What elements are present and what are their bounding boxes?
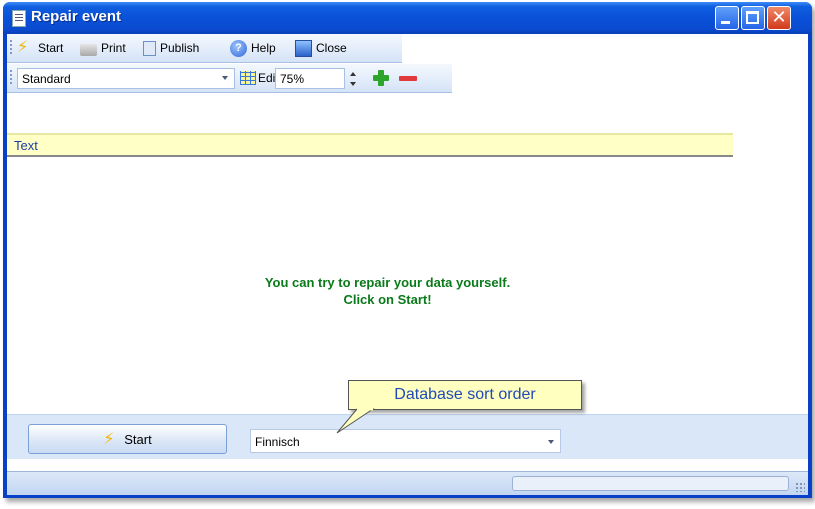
- toolbar-publish-label: Publish: [160, 41, 200, 55]
- zoom-value: 75%: [280, 72, 305, 86]
- toolbar-start-label: Start: [38, 41, 64, 55]
- view-toolbar: Standard Edit 75%: [7, 64, 452, 93]
- sort-order-value: Finnisch: [255, 435, 300, 449]
- close-window-button[interactable]: ✕: [767, 6, 791, 30]
- view-select[interactable]: Standard: [17, 68, 235, 89]
- repair-message-line1: You can try to repair your data yourself…: [264, 275, 511, 290]
- toolbar-print-button[interactable]: Print: [80, 39, 126, 57]
- zoom-input[interactable]: 75%: [275, 68, 345, 89]
- repair-event-window: Repair event ✕ Start Print Publish ? Hel…: [3, 2, 812, 498]
- toolbar-close-button[interactable]: Close: [295, 39, 347, 57]
- grid-icon: [240, 71, 256, 85]
- window-client-area: Start Print Publish ? Help Close: [7, 34, 808, 495]
- minimize-button[interactable]: [715, 6, 739, 30]
- start-button[interactable]: Start: [28, 424, 227, 454]
- toolbar-print-label: Print: [101, 41, 126, 55]
- main-toolbar: Start Print Publish ? Help Close: [7, 34, 402, 63]
- toolbar-help-button[interactable]: ? Help: [230, 39, 276, 57]
- chevron-down-icon: [222, 76, 228, 80]
- zoom-spinner[interactable]: [349, 72, 357, 86]
- publish-icon: [143, 40, 156, 56]
- progress-bar: [512, 476, 789, 491]
- toolbar-help-label: Help: [251, 41, 276, 55]
- bottom-panel: Start Finnisch: [7, 414, 808, 459]
- maximize-icon: [746, 11, 759, 24]
- remove-icon[interactable]: [399, 76, 417, 81]
- maximize-button[interactable]: [741, 6, 765, 30]
- add-icon[interactable]: [372, 69, 390, 87]
- minimize-icon: [721, 21, 730, 24]
- sort-order-select[interactable]: Finnisch: [250, 429, 561, 453]
- help-icon: ?: [230, 39, 247, 57]
- close-icon: ✕: [771, 7, 787, 28]
- printer-icon: [80, 43, 97, 56]
- status-bar: [7, 471, 808, 495]
- chevron-down-icon: [548, 440, 554, 444]
- close-door-icon: [295, 39, 312, 57]
- sort-order-tooltip: Database sort order: [348, 380, 582, 410]
- toolbar-start-button[interactable]: Start: [17, 38, 64, 57]
- document-icon: [12, 10, 26, 27]
- text-column-header: Text: [7, 135, 733, 157]
- toolbar-grip[interactable]: [10, 40, 12, 56]
- repair-message-line2: Click on Start!: [343, 292, 432, 307]
- resize-grip[interactable]: [795, 482, 805, 492]
- start-button-label: Start: [124, 431, 152, 447]
- title-bar[interactable]: Repair event ✕: [3, 2, 812, 34]
- window-title: Repair event: [31, 8, 122, 25]
- tooltip-pointer: [336, 408, 375, 434]
- toolbar-grip[interactable]: [10, 70, 12, 86]
- toolbar-publish-button[interactable]: Publish: [143, 39, 199, 57]
- edit-button[interactable]: Edit: [240, 69, 279, 87]
- toolbar-close-label: Close: [316, 41, 347, 55]
- lightning-icon: [17, 38, 34, 57]
- lightning-icon: [103, 429, 120, 448]
- view-select-value: Standard: [22, 72, 71, 86]
